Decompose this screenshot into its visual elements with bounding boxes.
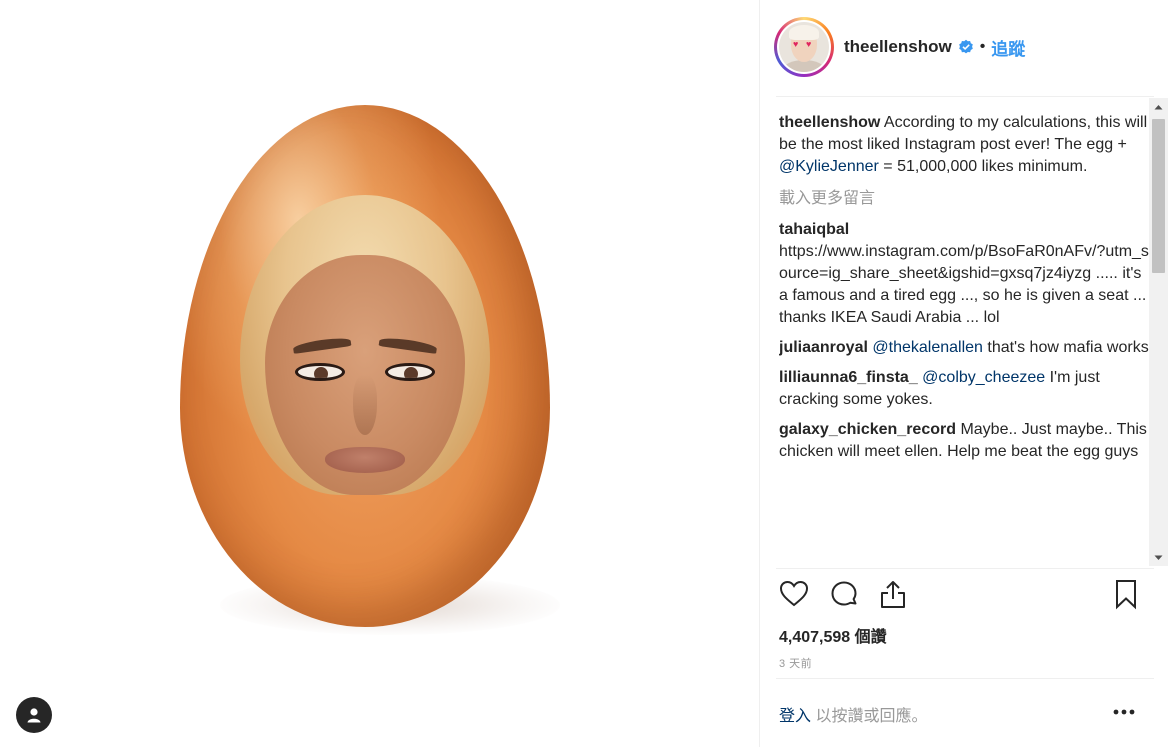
right-eyebrow [378, 336, 438, 354]
right-eye [385, 363, 435, 381]
egg-photo [150, 105, 630, 665]
login-prompt: 登入 以按讚或回應。 [779, 702, 1139, 726]
person-icon [27, 708, 41, 723]
face [265, 255, 465, 495]
bookmark-icon[interactable] [1110, 578, 1144, 612]
post-timestamp[interactable]: 3 天前 [779, 655, 812, 671]
left-eyebrow [292, 336, 352, 354]
header-divider [776, 96, 1154, 97]
scroll-up-arrow-icon[interactable] [1149, 98, 1168, 115]
comments-scrollbar[interactable] [1149, 98, 1168, 566]
login-prompt-text: 以按讚或回應。 [811, 708, 928, 725]
list-item: tahaiqbal https://www.instagram.com/p/Bs… [779, 219, 1151, 329]
left-eye [295, 363, 345, 381]
comment-mention[interactable]: @thekalenallen [872, 339, 983, 356]
comment-username[interactable]: juliaanroyal [779, 339, 868, 356]
list-item: juliaanroyal @thekalenallen that's how m… [779, 337, 1151, 359]
comment-text: https://www.instagram.com/p/BsoFaR0nAFv/… [779, 243, 1149, 326]
list-item: galaxy_chicken_record Maybe.. Just maybe… [779, 419, 1151, 463]
nose [353, 375, 377, 435]
caption-username[interactable]: theellenshow [779, 114, 880, 131]
follow-button[interactable]: 追蹤 [991, 35, 1025, 60]
actions-divider [776, 568, 1154, 569]
comments-list[interactable]: theellenshow According to my calculation… [779, 112, 1151, 568]
comment-text: that's how mafia works [982, 339, 1149, 356]
footer-divider [776, 678, 1154, 679]
list-item: lilliaunna6_finsta_ @colby_cheezee I'm j… [779, 367, 1151, 411]
heart-icon[interactable] [778, 578, 812, 612]
header-username[interactable]: theellenshow [844, 37, 952, 57]
comment-username[interactable]: lilliaunna6_finsta_ [779, 369, 918, 386]
comment-username[interactable]: tahaiqbal [779, 219, 1151, 241]
separator-dot: • [979, 38, 986, 55]
caption-text-end: = 51,000,000 likes minimum. [878, 158, 1088, 175]
profile-icon[interactable] [16, 697, 52, 733]
avatar: ♥ ♥ [779, 22, 829, 72]
scroll-down-arrow-icon[interactable] [1149, 549, 1168, 566]
caption: theellenshow According to my calculation… [779, 112, 1151, 178]
scrollbar-thumb[interactable] [1152, 119, 1165, 273]
comment-icon[interactable] [828, 578, 862, 612]
like-count-number: 4,407,598 [779, 629, 851, 646]
story-ring[interactable]: ♥ ♥ [774, 17, 834, 77]
verified-badge-icon [958, 39, 973, 54]
like-count[interactable]: 4,407,598 個讚 [779, 623, 887, 647]
post-actions [778, 578, 1142, 618]
more-options-icon[interactable] [1110, 700, 1138, 724]
like-count-unit: 個讚 [850, 629, 887, 646]
caption-mention[interactable]: @KylieJenner [779, 158, 879, 175]
egg [180, 105, 550, 627]
login-link[interactable]: 登入 [779, 708, 811, 725]
load-more-comments-button[interactable]: 載入更多留言 [779, 188, 1151, 210]
post-header: ♥ ♥ theellenshow • 追蹤 [774, 16, 1154, 78]
comment-mention[interactable]: @colby_cheezee [922, 369, 1045, 386]
post-media[interactable] [0, 0, 760, 747]
comment-username[interactable]: galaxy_chicken_record [779, 421, 956, 438]
lips [325, 447, 405, 473]
share-icon[interactable] [877, 578, 911, 612]
